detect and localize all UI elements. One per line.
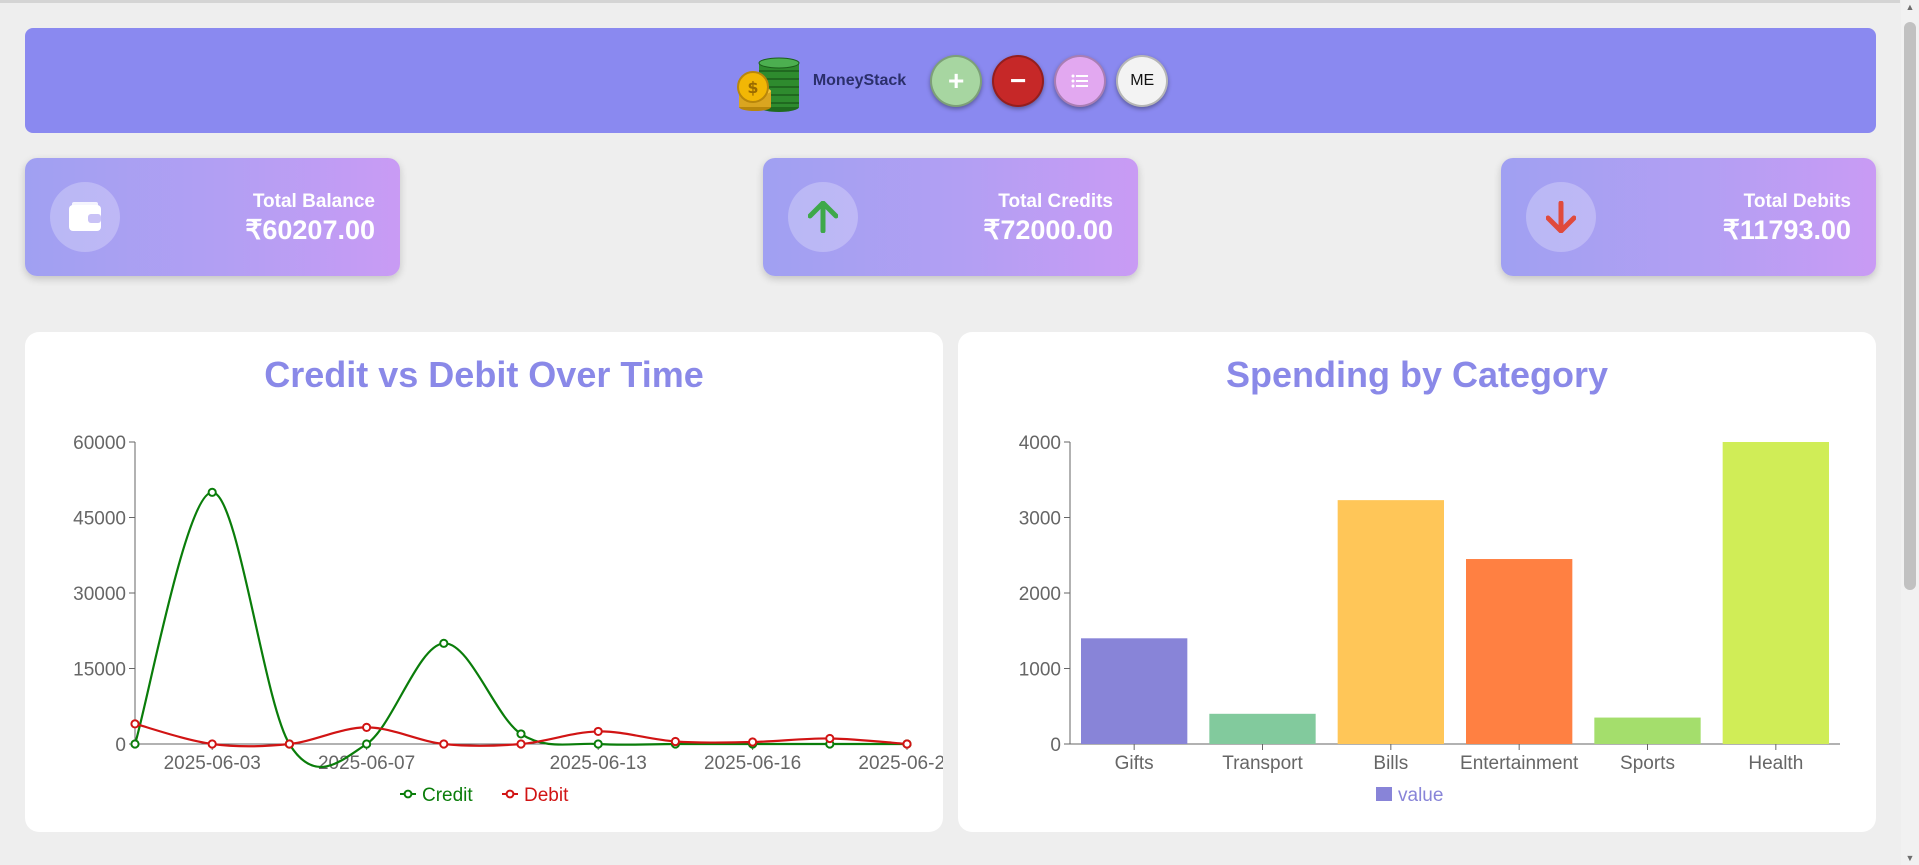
card-value: ₹11793.00 (1722, 215, 1851, 245)
arrow-down-icon (1526, 182, 1596, 252)
scrollbar-thumb[interactable] (1904, 22, 1916, 590)
minus-icon: − (1010, 64, 1027, 96)
data-point-debit (439, 739, 449, 749)
y-tick-label: 45000 (73, 509, 126, 530)
transactions-list-button[interactable] (1054, 54, 1107, 107)
y-tick-label: 1000 (1019, 660, 1061, 681)
legend-marker-debit (505, 789, 515, 799)
bar-entertainment (1466, 559, 1573, 744)
add-credit-button[interactable]: + (930, 54, 983, 107)
y-tick-label: 0 (1050, 735, 1061, 756)
data-point-debit (593, 726, 603, 737)
window-top-edge (0, 0, 1900, 3)
profile-initials: ME (1130, 71, 1155, 89)
plus-icon: + (948, 64, 965, 96)
card-label: Total Balance (252, 191, 375, 212)
vertical-scrollbar[interactable]: ▲ ▼ (1901, 0, 1919, 865)
legend-label: Debit (524, 785, 569, 806)
data-point-debit (130, 719, 140, 729)
total-debits-card: Total Debits ₹11793.00 (1501, 158, 1876, 276)
data-point-debit (825, 733, 835, 744)
data-point-debit (748, 737, 758, 747)
data-point-debit (207, 739, 217, 749)
legend-label: value (1398, 785, 1443, 806)
bar-bills (1337, 500, 1444, 744)
series-line-credit (133, 491, 907, 768)
card-value: ₹72000.00 (983, 215, 1113, 245)
bar-chart: 4000 3000 2000 1000 0 Gifts Transport Bills Ente… (1019, 433, 1840, 806)
x-tick-label: Sports (1620, 753, 1675, 774)
x-tick-label: Bills (1373, 753, 1408, 774)
data-point-debit (362, 722, 372, 732)
y-tick-label: 15000 (73, 660, 126, 681)
data-point-debit (516, 739, 526, 749)
card-label: Total Debits (1743, 191, 1851, 212)
data-point-debit (284, 739, 294, 749)
x-tick-label: 2025-06-16 (704, 753, 801, 774)
bar-health (1722, 442, 1829, 744)
legend-swatch (1376, 787, 1392, 801)
data-point-credit (593, 739, 603, 749)
bar-sports (1594, 717, 1701, 744)
x-tick-label: Entertainment (1460, 753, 1579, 774)
scroll-up-icon[interactable]: ▲ (1905, 2, 1915, 12)
scroll-down-icon[interactable]: ▼ (1905, 853, 1915, 863)
data-point-debit (902, 739, 912, 749)
add-debit-button[interactable]: − (992, 54, 1045, 107)
x-tick-label: Health (1748, 753, 1803, 774)
x-tick-label: 2025-06-13 (550, 753, 647, 774)
brand[interactable]: $ MoneyStack (733, 49, 906, 113)
data-point-credit (207, 487, 217, 497)
y-tick-label: 0 (115, 735, 126, 756)
bar-transport (1209, 713, 1316, 744)
data-point-debit (670, 736, 681, 747)
x-tick-label: Gifts (1115, 753, 1154, 774)
x-tick-label: 2025-06-25 (858, 753, 943, 774)
y-tick-label: 4000 (1019, 433, 1061, 454)
list-icon (1071, 74, 1089, 87)
y-tick-label: 30000 (73, 584, 126, 605)
card-value: ₹60207.00 (245, 215, 375, 245)
line-chart: 6000045000300001500002025-06-03 2025-06-0… (73, 433, 943, 806)
arrow-up-icon (788, 182, 858, 252)
x-tick-label: Transport (1222, 753, 1303, 774)
wallet-icon (50, 182, 120, 252)
total-balance-card: Total Balance ₹60207.00 (25, 158, 400, 276)
bar-gifts (1081, 638, 1188, 744)
header-bar: $ MoneyStack + − ME (25, 28, 1876, 133)
svg-text:$: $ (747, 78, 758, 97)
y-tick-label: 2000 (1019, 584, 1061, 605)
credit-debit-chart-panel: Credit vs Debit Over Time 60000 45000 3000… (25, 332, 943, 832)
data-point-credit (516, 729, 526, 739)
brand-name: MoneyStack (812, 71, 907, 89)
spending-category-chart-panel: Spending by Category 4000 3000 2000 1000 0 Gi… (958, 332, 1876, 832)
data-point-credit (130, 739, 140, 749)
data-point-credit (439, 638, 449, 648)
legend-marker-credit (403, 789, 413, 799)
card-label: Total Credits (998, 191, 1113, 212)
profile-button[interactable]: ME (1116, 54, 1169, 107)
data-point-credit (362, 739, 372, 749)
x-tick-label: 2025-06-03 (164, 753, 261, 774)
legend-label: Credit (422, 785, 473, 806)
total-credits-card: Total Credits ₹72000.00 (763, 158, 1138, 276)
y-tick-label: 3000 (1019, 509, 1061, 530)
y-tick-label: 60000 (73, 433, 126, 454)
coin-stack-logo-icon: $ (736, 57, 800, 112)
